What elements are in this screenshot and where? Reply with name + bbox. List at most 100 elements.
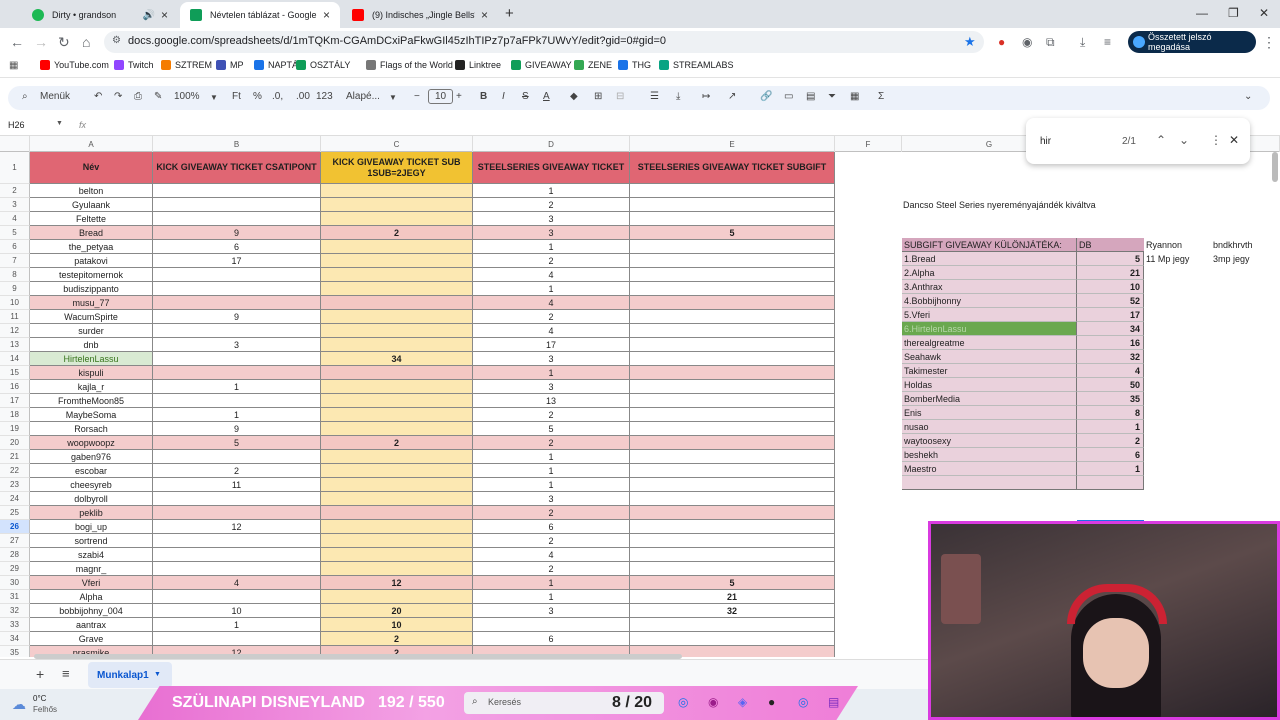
font-size-increase[interactable]: +	[456, 91, 462, 102]
subgift-name-cell[interactable]: Maestro	[902, 462, 1077, 476]
subgift-name-cell[interactable]: Takimester	[902, 364, 1077, 378]
comment-icon[interactable]: ▭	[784, 91, 793, 102]
cell-e[interactable]	[630, 394, 835, 408]
cell-c[interactable]: 12	[321, 576, 473, 590]
find-input[interactable]: hir	[1040, 136, 1051, 147]
cell-a[interactable]: Alpha	[30, 590, 153, 604]
cell-c[interactable]	[321, 254, 473, 268]
cell-d[interactable]: 1	[473, 450, 630, 464]
cell-e[interactable]: 32	[630, 604, 835, 618]
row-number[interactable]: 24	[0, 492, 30, 506]
row-number[interactable]: 19	[0, 422, 30, 436]
cell-a[interactable]: aantrax	[30, 618, 153, 632]
select-all-corner[interactable]	[0, 136, 30, 152]
cell-e[interactable]	[630, 324, 835, 338]
text-rotation-icon[interactable]: ↗	[728, 91, 736, 102]
cell-a[interactable]: bogi_up	[30, 520, 153, 534]
cell-d[interactable]: 4	[473, 296, 630, 310]
app-icon[interactable]: ▤	[828, 695, 839, 709]
more-options-icon[interactable]: ⋮	[1210, 133, 1222, 147]
header-steelseries-subgift[interactable]: STEELSERIES GIVEAWAY TICKET SUBGIFT	[630, 152, 835, 184]
row-number[interactable]: 17	[0, 394, 30, 408]
cell-d[interactable]: 2	[473, 254, 630, 268]
row-number[interactable]: 20	[0, 436, 30, 450]
row-number[interactable]: 5	[0, 226, 30, 240]
cell-b[interactable]: 3	[153, 338, 321, 352]
cell-e[interactable]	[630, 464, 835, 478]
find-previous-icon[interactable]: ⌃	[1156, 133, 1166, 147]
cell-d[interactable]: 3	[473, 212, 630, 226]
bold-button[interactable]: B	[480, 91, 487, 102]
percent-format[interactable]: %	[253, 91, 262, 102]
bookmark-item[interactable]: ZENE	[574, 60, 612, 70]
cell-d[interactable]: 5	[473, 422, 630, 436]
functions-button[interactable]: Σ	[878, 91, 884, 102]
subgift-count-cell[interactable]: 8	[1077, 406, 1144, 420]
cell-e[interactable]	[630, 478, 835, 492]
bookmark-item[interactable]: SZTREM	[161, 60, 212, 70]
cell-e[interactable]	[630, 436, 835, 450]
cell-c[interactable]	[321, 450, 473, 464]
cell-b[interactable]: 1	[153, 618, 321, 632]
subgift-count-cell[interactable]: 52	[1077, 294, 1144, 308]
subgift-name-cell[interactable]: BomberMedia	[902, 392, 1077, 406]
subgift-name-cell[interactable]: therealgreatme	[902, 336, 1077, 350]
subgift-name-cell[interactable]: Seahawk	[902, 350, 1077, 364]
close-icon[interactable]: ×	[481, 8, 488, 22]
cell-c[interactable]	[321, 548, 473, 562]
browser-tab-sheets[interactable]: Névtelen táblázat - Google Táblázatok ×	[180, 2, 340, 28]
cell-d[interactable]: 1	[473, 366, 630, 380]
borders-icon[interactable]: ⊞	[594, 91, 602, 102]
subgift-name-cell[interactable]: 4.Bobbijhonny	[902, 294, 1077, 308]
header-kick-csatipont[interactable]: KICK GIVEAWAY TICKET CSATIPONT	[153, 152, 321, 184]
home-icon[interactable]: ⌂	[82, 34, 90, 50]
cell-c[interactable]: 20	[321, 604, 473, 618]
cell-c[interactable]	[321, 338, 473, 352]
cell-b[interactable]	[153, 296, 321, 310]
apps-grid-icon[interactable]: ▦	[9, 60, 18, 71]
subgift-name-cell[interactable]: 2.Alpha	[902, 266, 1077, 280]
cell-b[interactable]	[153, 632, 321, 646]
collapse-toolbar-icon[interactable]: ⌄	[1244, 91, 1252, 102]
browser-tab-youtube[interactable]: (9) Indisches „Jingle Bells“ 🤗 - ×	[342, 2, 498, 28]
cell-e[interactable]	[630, 408, 835, 422]
row-number[interactable]: 4	[0, 212, 30, 226]
cell-c[interactable]	[321, 520, 473, 534]
cell-b[interactable]: 5	[153, 436, 321, 450]
row-number[interactable]: 12	[0, 324, 30, 338]
cell-a[interactable]: FromtheMoon85	[30, 394, 153, 408]
column-header-d[interactable]: D	[473, 136, 630, 152]
row-number[interactable]: 30	[0, 576, 30, 590]
cell-b[interactable]: 9	[153, 422, 321, 436]
fill-color-icon[interactable]: ◆	[570, 91, 578, 102]
cell-a[interactable]: Vferi	[30, 576, 153, 590]
subgift-name-cell[interactable]: 5.Vferi	[902, 308, 1077, 322]
subgift-count-cell[interactable]: 6	[1077, 448, 1144, 462]
cell-a[interactable]: HirtelenLassu	[30, 352, 153, 366]
bookmark-item[interactable]: OSZTÁLY	[296, 60, 350, 70]
vertical-scrollbar[interactable]	[1272, 152, 1278, 182]
cell-d[interactable]: 2	[473, 534, 630, 548]
cell-a[interactable]: kajla_r	[30, 380, 153, 394]
cell-c[interactable]	[321, 184, 473, 198]
cell-d[interactable]: 2	[473, 198, 630, 212]
subgift-name-cell[interactable]: beshekh	[902, 448, 1077, 462]
add-sheet-icon[interactable]: +	[36, 666, 44, 682]
cell-c[interactable]	[321, 394, 473, 408]
subgift-name-cell[interactable]: 6.HirtelenLassu	[902, 322, 1077, 336]
cell-d[interactable]: 2	[473, 408, 630, 422]
bookmark-item[interactable]: STREAMLABS	[659, 60, 734, 70]
row-number[interactable]: 18	[0, 408, 30, 422]
cell-e[interactable]	[630, 520, 835, 534]
cell-d[interactable]: 17	[473, 338, 630, 352]
cell-c[interactable]: 2	[321, 632, 473, 646]
cell-c[interactable]	[321, 534, 473, 548]
subgift-count-cell[interactable]: 17	[1077, 308, 1144, 322]
cell-b[interactable]: 11	[153, 478, 321, 492]
forward-icon[interactable]: →	[34, 34, 48, 50]
row-number[interactable]: 35	[0, 646, 30, 657]
redo-icon[interactable]: ↷	[114, 91, 122, 102]
strikethrough-button[interactable]: S	[522, 91, 529, 102]
subgift-name-cell[interactable]: 3.Anthrax	[902, 280, 1077, 294]
column-header-e[interactable]: E	[630, 136, 835, 152]
